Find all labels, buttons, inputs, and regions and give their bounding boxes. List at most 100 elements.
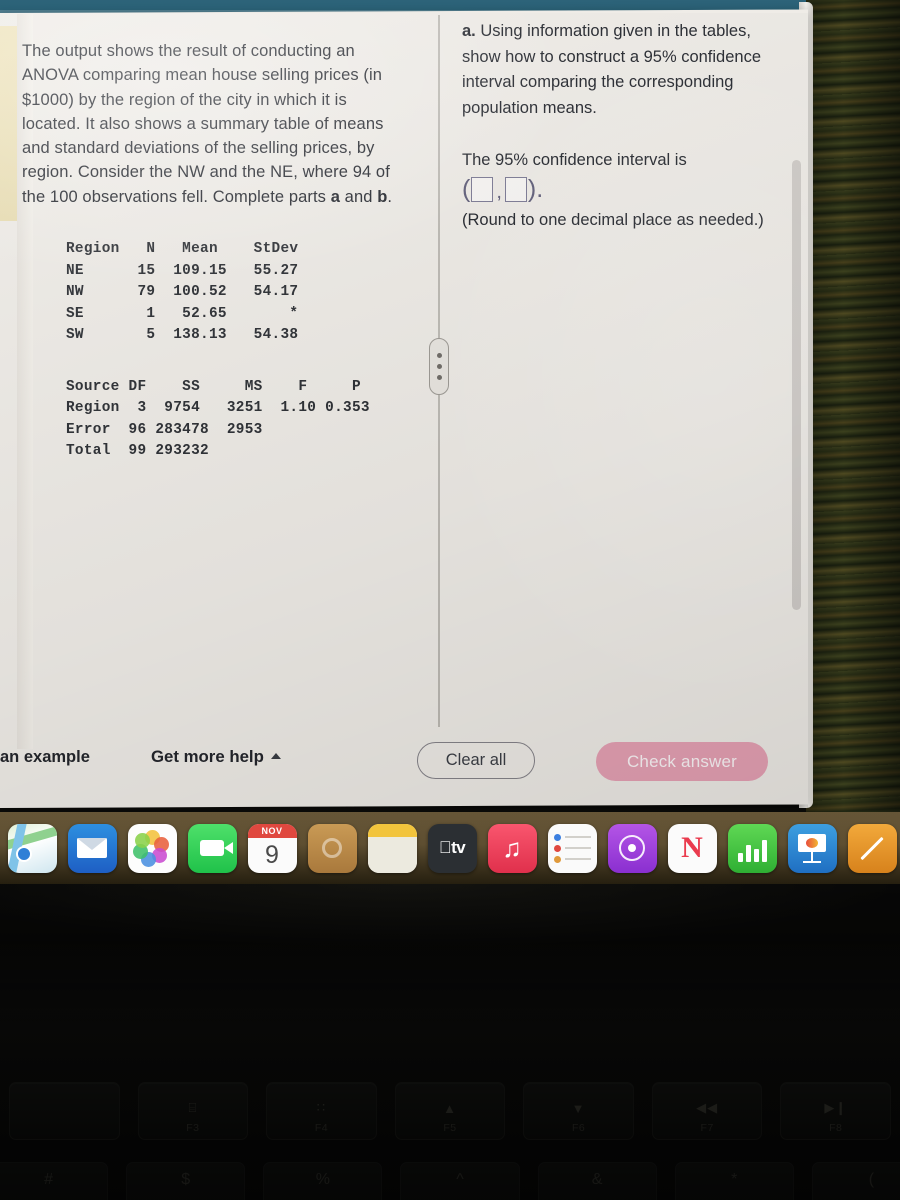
news-icon[interactable]: N xyxy=(667,823,717,873)
minitab-anova-table: Source DF SS MS F P Region 3 9754 3251 1… xyxy=(66,378,370,460)
reminders-icon[interactable] xyxy=(547,823,597,873)
notes-header xyxy=(367,823,417,837)
part-a-bold: a xyxy=(330,187,340,206)
get-more-help-label: Get more help xyxy=(151,747,264,766)
get-more-help-button[interactable]: Get more help xyxy=(151,747,281,767)
key-f6[interactable]: ▼ F6 xyxy=(523,1082,634,1140)
open-paren: ( xyxy=(462,175,471,203)
reminder-line xyxy=(553,844,591,852)
keyboard-function-row: ⌸ F3 ∷ F4 ▲ F5 ▼ F6 ◀◀ F7 ▶❙ F8 xyxy=(0,1082,900,1140)
problem-statement-text: The output shows the result of conductin… xyxy=(22,42,390,206)
key-5[interactable]: % xyxy=(263,1162,383,1200)
key-glyph: ∷ xyxy=(316,1100,327,1115)
ci-prompt: The 95% confidence interval is xyxy=(462,151,687,169)
bar xyxy=(753,848,759,862)
reminder-dot xyxy=(553,855,561,863)
bar xyxy=(761,839,767,862)
key-glyph: ▲ xyxy=(443,1101,457,1116)
photographed-laptop-scene: The output shows the result of conductin… xyxy=(0,0,900,1200)
handle-dot xyxy=(436,353,442,358)
desktop-wallpaper xyxy=(806,0,900,812)
photos-icon[interactable] xyxy=(127,823,177,873)
answer-toolbar: an example Get more help Clear all Check… xyxy=(0,733,808,795)
question-content-area: The output shows the result of conductin… xyxy=(0,13,808,733)
mail-icon[interactable] xyxy=(67,823,117,873)
handle-dot xyxy=(436,364,442,369)
keyboard-number-row: # $ % ^ & * ( xyxy=(0,1162,900,1200)
key-f4[interactable]: ∷ F4 xyxy=(266,1082,377,1140)
minitab-summary-table: Region N Mean StDev NE 15 109.15 55.27 N… xyxy=(66,241,299,344)
comma-separator: , xyxy=(496,181,502,203)
news-letter: N xyxy=(681,831,703,864)
part-a-question: a. Using information given in the tables… xyxy=(462,19,792,121)
keynote-base xyxy=(803,860,821,863)
petal xyxy=(134,832,150,848)
ci-upper-input[interactable] xyxy=(504,177,527,202)
key-fn-label: F4 xyxy=(314,1122,329,1134)
left-column: The output shows the result of conductin… xyxy=(18,19,418,463)
notes-body xyxy=(367,836,417,873)
key-fn-label: F6 xyxy=(571,1122,586,1134)
numbers-icon[interactable] xyxy=(727,823,777,873)
pane-divider-handle[interactable] xyxy=(429,338,449,395)
calendar-day: 9 xyxy=(265,840,279,869)
rounding-instruction: (Round to one decimal place as needed.) xyxy=(462,211,764,229)
key-9[interactable]: ( xyxy=(811,1162,900,1200)
pen-shape xyxy=(860,836,884,860)
podcast-dot xyxy=(628,844,636,852)
problem-statement: The output shows the result of conductin… xyxy=(18,19,398,209)
podcasts-brown-icon[interactable] xyxy=(307,823,357,873)
key-glyph: ▶❙ xyxy=(824,1100,848,1115)
calendar-icon[interactable]: NOV 9 xyxy=(247,823,297,873)
key-7[interactable]: & xyxy=(537,1162,657,1200)
calendar-month: NOV xyxy=(247,823,297,838)
apple-tv-icon[interactable]: tv xyxy=(427,823,477,873)
key-glyph: ⌸ xyxy=(188,1100,198,1115)
close-paren: ). xyxy=(527,175,544,203)
clear-all-button[interactable]: Clear all xyxy=(417,742,535,779)
key-f3[interactable]: ⌸ F3 xyxy=(137,1082,249,1140)
key-6[interactable]: ^ xyxy=(400,1162,520,1200)
notes-icon[interactable] xyxy=(367,823,417,873)
camera-shape xyxy=(200,840,233,856)
prompt-end: . xyxy=(387,187,393,206)
keynote-stand xyxy=(811,851,813,861)
prompt-mid: and xyxy=(339,187,378,206)
keyboard-glow xyxy=(0,884,900,1004)
part-b-bold: b xyxy=(377,187,388,206)
bar xyxy=(745,844,751,862)
part-a-text: Using information given in the tables, s… xyxy=(462,22,762,117)
key-fn-label: F8 xyxy=(829,1122,843,1134)
key-fn-label: F5 xyxy=(443,1122,457,1134)
key-f5[interactable]: ▲ F5 xyxy=(394,1082,506,1140)
maps-pin xyxy=(15,845,32,862)
reminder-rule xyxy=(564,858,591,860)
music-note-glyph: ♫ xyxy=(502,832,522,863)
key-fn-label: F3 xyxy=(186,1122,200,1134)
key-f2[interactable] xyxy=(9,1082,120,1140)
key-3[interactable]: # xyxy=(0,1162,109,1200)
key-f8[interactable]: ▶❙ F8 xyxy=(780,1082,892,1140)
pages-icon[interactable] xyxy=(847,823,897,873)
key-glyph: ▼ xyxy=(571,1101,586,1116)
keynote-icon[interactable] xyxy=(787,823,837,873)
key-8[interactable]: * xyxy=(674,1162,794,1200)
view-example-link[interactable]: an example xyxy=(0,748,90,767)
reminder-dot xyxy=(553,844,561,852)
reminder-dot xyxy=(553,833,561,841)
check-answer-button[interactable]: Check answer xyxy=(596,742,768,781)
ci-lower-input[interactable] xyxy=(471,177,494,202)
envelope-shape xyxy=(77,838,107,858)
maps-icon[interactable] xyxy=(7,823,57,873)
key-f7[interactable]: ◀◀ F7 xyxy=(651,1082,763,1140)
podcast-ring xyxy=(619,835,645,861)
reminder-line xyxy=(553,855,591,863)
music-icon[interactable]: ♫ xyxy=(487,823,537,873)
bar xyxy=(737,852,743,862)
keynote-screen xyxy=(798,833,826,852)
podcasts-icon[interactable] xyxy=(607,823,657,873)
facetime-icon[interactable] xyxy=(187,823,237,873)
reminder-line xyxy=(553,833,591,841)
key-4[interactable]: $ xyxy=(126,1162,246,1200)
key-glyph: ◀◀ xyxy=(696,1100,719,1115)
